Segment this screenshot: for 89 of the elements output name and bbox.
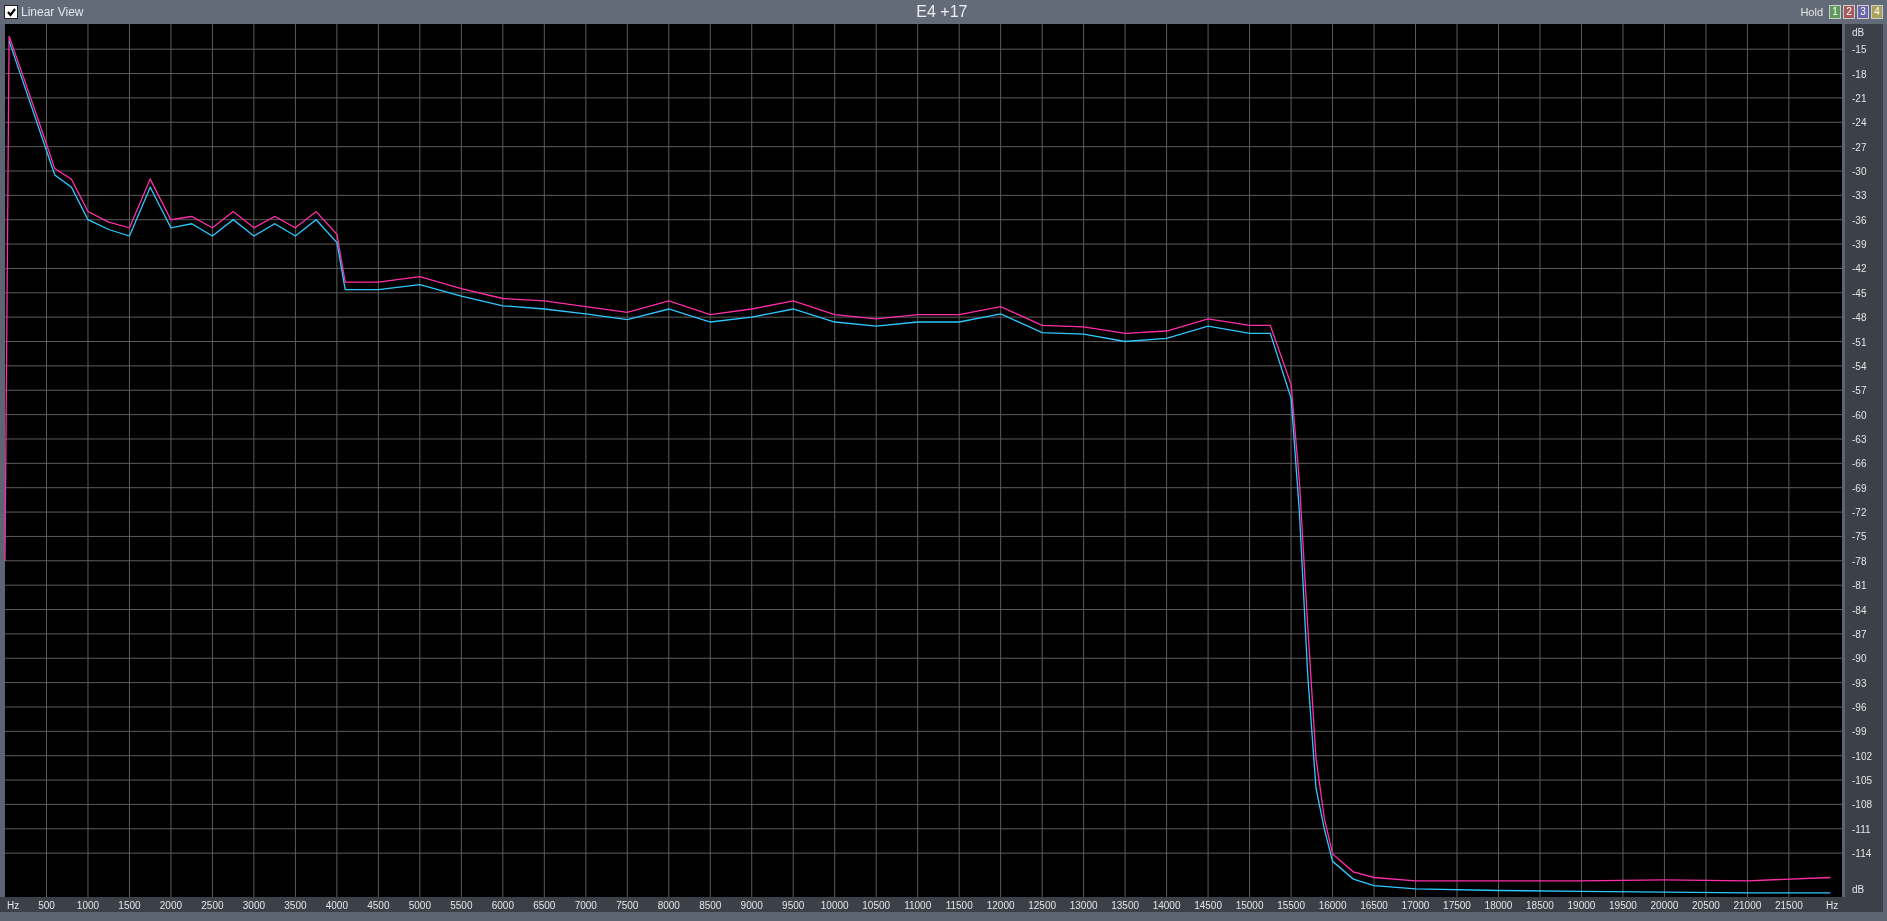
x-tick-label: 1000 — [76, 900, 100, 911]
x-tick-label: 6000 — [491, 900, 514, 911]
x-tick-label: 20500 — [1692, 900, 1720, 911]
x-tick-label: 9000 — [740, 900, 763, 911]
y-tick-label: -108 — [1852, 799, 1872, 811]
hold-label: Hold — [1800, 6, 1823, 18]
y-tick-label: -45 — [1852, 287, 1867, 299]
x-tick-label: 10000 — [820, 900, 849, 911]
x-tick-label: 6500 — [533, 900, 556, 911]
x-tick-label: 5500 — [450, 900, 473, 911]
y-tick-label: -75 — [1852, 531, 1867, 543]
y-tick-label: -63 — [1852, 434, 1867, 445]
x-tick-label: 4000 — [325, 900, 348, 911]
x-tick-label: 3000 — [242, 900, 266, 911]
y-tick-label: -39 — [1852, 239, 1867, 251]
x-tick-label: 14000 — [1152, 900, 1181, 911]
x-tick-label: 500 — [38, 900, 55, 911]
x-tick-label: 10500 — [862, 900, 891, 911]
hold-slot-button[interactable]: 1 — [1829, 5, 1841, 19]
x-tick-label: 7500 — [616, 900, 639, 911]
x-tick-label: 19000 — [1567, 900, 1596, 911]
y-tick-label: -66 — [1852, 458, 1867, 470]
x-tick-label: 14500 — [1194, 900, 1222, 911]
x-unit-label: Hz — [7, 900, 20, 911]
x-tick-label: 8500 — [699, 900, 722, 911]
y-tick-label: -21 — [1852, 92, 1867, 104]
y-tick-label: -42 — [1852, 263, 1867, 275]
y-tick-label: -24 — [1852, 117, 1867, 129]
hold-slot-button[interactable]: 4 — [1871, 5, 1883, 19]
y-unit-label: dB — [1852, 884, 1865, 895]
window-title: E4 +17 — [915, 3, 969, 21]
x-tick-label: 7000 — [574, 900, 597, 911]
y-tick-label: -102 — [1852, 750, 1872, 762]
x-unit-label: Hz — [1826, 900, 1839, 911]
x-tick-label: 17500 — [1443, 900, 1471, 911]
x-tick-label: 17000 — [1401, 900, 1430, 911]
x-tick-label: 2000 — [159, 900, 183, 911]
y-tick-label: -93 — [1852, 677, 1867, 689]
hold-slot-button[interactable]: 2 — [1843, 5, 1855, 19]
x-tick-label: 2500 — [201, 900, 224, 911]
x-tick-label: 5000 — [408, 900, 431, 911]
y-tick-label: -114 — [1852, 848, 1872, 860]
y-tick-label: -60 — [1852, 409, 1867, 421]
x-tick-label: 9500 — [782, 900, 805, 911]
y-tick-label: -48 — [1852, 312, 1867, 324]
x-tick-label: 12500 — [1028, 900, 1057, 911]
y-tick-label: -96 — [1852, 701, 1867, 713]
y-tick-label: -33 — [1852, 190, 1867, 202]
y-tick-label: -90 — [1852, 653, 1867, 665]
x-tick-label: 15000 — [1235, 900, 1264, 911]
y-tick-label: -78 — [1852, 555, 1867, 567]
y-tick-label: -54 — [1852, 360, 1867, 372]
x-tick-label: 11500 — [945, 900, 973, 911]
y-tick-label: -69 — [1852, 482, 1867, 494]
y-tick-label: -27 — [1852, 141, 1867, 153]
x-tick-label: 13000 — [1069, 900, 1098, 911]
x-tick-label: 11000 — [904, 900, 932, 911]
x-tick-label: 3500 — [284, 900, 307, 911]
x-tick-label: 13500 — [1111, 900, 1140, 911]
y-tick-label: -51 — [1852, 336, 1867, 348]
x-tick-label: 1500 — [118, 900, 141, 911]
x-tick-label: 12000 — [986, 900, 1015, 911]
x-tick-label: 19500 — [1609, 900, 1637, 911]
x-tick-label: 18500 — [1526, 900, 1554, 911]
y-tick-label: -18 — [1852, 68, 1867, 80]
y-tick-label: -99 — [1852, 726, 1867, 738]
x-tick-label: 21500 — [1775, 900, 1803, 911]
y-tick-label: -81 — [1852, 580, 1867, 592]
x-tick-label: 8000 — [657, 900, 680, 911]
linear-view-checkbox[interactable] — [4, 5, 18, 19]
y-tick-label: -84 — [1852, 604, 1867, 616]
y-tick-label: -36 — [1852, 214, 1867, 226]
y-tick-label: -105 — [1852, 775, 1872, 787]
y-tick-label: -111 — [1852, 823, 1871, 835]
x-tick-label: 4500 — [367, 900, 390, 911]
hold-slot-button[interactable]: 3 — [1857, 5, 1869, 19]
y-unit-label: dB — [1852, 27, 1865, 38]
x-tick-label: 18000 — [1484, 900, 1513, 911]
x-tick-label: 16000 — [1318, 900, 1347, 911]
y-tick-label: -72 — [1852, 507, 1867, 519]
y-tick-label: -15 — [1852, 44, 1867, 56]
x-tick-label: 16500 — [1360, 900, 1388, 911]
x-tick-label: 20000 — [1650, 900, 1679, 911]
y-tick-label: -87 — [1852, 628, 1867, 640]
y-tick-label: -57 — [1852, 385, 1867, 397]
x-tick-label: 15500 — [1277, 900, 1305, 911]
linear-view-label[interactable]: Linear View — [21, 5, 84, 19]
y-tick-label: -30 — [1852, 166, 1867, 177]
x-tick-label: 21000 — [1733, 900, 1762, 911]
